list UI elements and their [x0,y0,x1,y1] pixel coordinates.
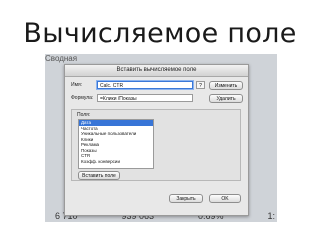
sheet-cell: 1: [267,211,275,221]
name-field[interactable]: Calc. CTR [97,81,193,89]
name-row: Имя: Calc. CTR ? Изменить [65,81,248,91]
formula-row: Формула: =Клики /Показы Удалить [65,94,248,104]
formula-field[interactable]: =Клики /Показы [97,94,193,102]
help-button[interactable]: ? [196,81,205,89]
name-label: Имя: [71,82,83,88]
formula-label: Формула: [71,95,94,101]
fields-listbox[interactable]: Дата Частота Уникальные пользователи Кли… [78,119,154,169]
insert-field-button[interactable]: Вставить поле [78,171,120,180]
fields-group: Поля: Дата Частота Уникальные пользовате… [71,109,241,181]
list-item[interactable]: Коэфф. конверсии [79,159,153,165]
close-button[interactable]: Закрыть [169,194,203,203]
dialog-title: Вставить вычисляемое поле [65,65,248,77]
calculated-field-dialog: Вставить вычисляемое поле Имя: Calc. CTR… [64,64,249,216]
sheet-tab-label: Сводная [45,54,78,63]
ok-button[interactable]: OK [209,194,241,203]
fields-label: Поля: [77,112,91,118]
delete-button[interactable]: Удалить [209,94,243,103]
change-button[interactable]: Изменить [209,81,243,90]
slide-title: Вычисляемое поле [23,18,297,49]
